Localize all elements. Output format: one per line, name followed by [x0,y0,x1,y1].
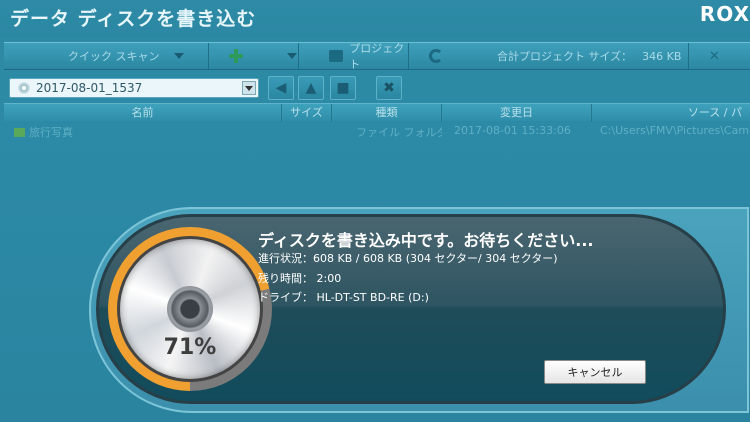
column-header-size[interactable]: サイズ [282,104,332,122]
folder-icon [14,128,25,137]
total-project-size: 合計プロジェクト サイズ： 346 KB [409,43,689,69]
tools-button[interactable]: ✕ [689,43,750,69]
add-button[interactable] [209,43,299,69]
quick-scan-dropdown[interactable]: クイック スキャン [4,43,209,69]
path-dropdown-arrow[interactable] [242,81,256,95]
file-table-header: 名前 サイズ 種類 変更日 ソース / パ [4,103,750,122]
row-source: C:\Users\FMV\Pictures\Cam [600,124,750,137]
delete-x-icon: ✖ [383,80,395,96]
column-header-source[interactable]: ソース / パ [592,104,750,122]
column-header-date[interactable]: 変更日 [442,104,592,122]
row-name: 旅行写真 [29,126,73,139]
disc-icon [18,82,30,94]
row-type: ファイル フォルダー [356,126,442,139]
project-label: プロジェクト [349,42,405,71]
cancel-button[interactable]: キャンセル [544,360,646,384]
path-value: 2017-08-01_1537 [36,81,143,95]
refresh-icon[interactable] [429,49,443,63]
progress-status: 進行状況：608 KB / 608 KB (304 セクター/ 304 セクター… [258,252,558,265]
window-title: データ ディスクを書き込む [10,8,257,30]
total-size-label: 合計プロジェクト サイズ： [497,50,633,63]
row-date: 2017-08-01 15:33:06 [454,124,571,137]
arrow-left-icon: ◀ [275,80,287,96]
folder-icon [329,50,344,62]
folder-up-icon: ▲ [305,80,317,96]
up-folder-button[interactable]: ▲ [298,76,324,100]
wrench-icon: ✕ [709,48,720,64]
toolbar: クイック スキャン プロジェクト 合計プロジェクト サイズ： 346 KB ✕ [4,42,750,71]
title-bar: データ ディスクを書き込む ROX [0,0,750,38]
table-row[interactable]: 旅行写真 ファイル フォルダー 2017-08-01 15:33:06 C:\U… [4,122,750,140]
delete-button[interactable]: ✖ [376,76,402,100]
project-button[interactable]: プロジェクト [299,42,409,71]
progress-title: ディスクを書き込み中です。お待ちください... [258,231,594,250]
progress-percent: 71% [163,335,217,360]
new-folder-button[interactable]: ■ [330,76,356,100]
plus-icon [229,49,243,63]
total-size-value: 346 KB [642,49,682,63]
path-dropdown[interactable]: 2017-08-01_1537 [9,78,259,98]
new-folder-icon: ■ [336,80,350,96]
column-header-type[interactable]: 種類 [332,104,442,122]
column-header-name[interactable]: 名前 [4,104,282,122]
remaining-time: 残り時間： 2:00 [258,272,342,285]
progress-disc: 71% [108,227,272,391]
burn-data-disc-window: データ ディスクを書き込む ROX クイック スキャン プロジェクト 合計プロジ… [0,0,750,422]
chevron-down-icon [287,53,297,59]
chevron-down-icon [173,53,184,59]
row-name-cell: 旅行写真 [14,124,274,140]
back-button[interactable]: ◀ [268,76,294,100]
quick-scan-label: クイック スキャン [68,50,160,63]
brand-logo: ROX [699,2,750,26]
chevron-down-icon [245,85,253,91]
disc-hub [167,286,213,332]
drive-info: ドライブ： HL-DT-ST BD-RE (D:) [258,291,429,304]
